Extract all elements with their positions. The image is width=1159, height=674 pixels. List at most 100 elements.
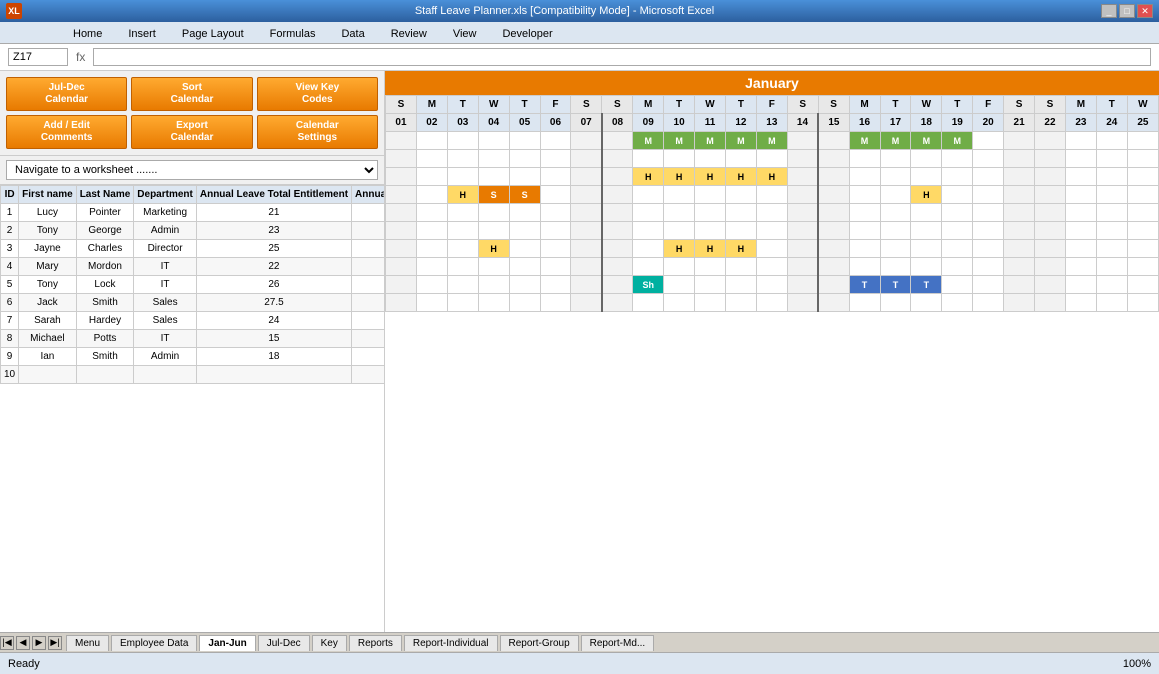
cal-cell-8-21[interactable]	[1035, 276, 1066, 294]
cal-cell-8-18[interactable]	[942, 276, 973, 294]
cal-cell-3-18[interactable]	[942, 186, 973, 204]
cal-cell-3-14[interactable]	[818, 186, 849, 204]
cal-cell-1-18[interactable]	[942, 150, 973, 168]
tab-formulas[interactable]: Formulas	[257, 24, 329, 43]
cal-cell-2-11[interactable]: H	[725, 168, 756, 186]
cal-cell-0-3[interactable]	[478, 132, 509, 150]
cell-id[interactable]: 5	[1, 276, 19, 294]
cal-cell-6-22[interactable]	[1065, 240, 1096, 258]
cal-cell-9-17[interactable]	[911, 294, 942, 312]
cal-cell-1-9[interactable]	[664, 150, 695, 168]
cal-cell-0-17[interactable]: M	[911, 132, 942, 150]
cal-cell-1-6[interactable]	[571, 150, 602, 168]
cell-department[interactable]: Admin	[134, 222, 197, 240]
cal-cell-4-5[interactable]	[540, 204, 571, 222]
cell-total[interactable]	[196, 366, 351, 384]
cal-cell-9-14[interactable]	[818, 294, 849, 312]
cal-cell-8-12[interactable]	[756, 276, 787, 294]
cal-cell-4-10[interactable]	[695, 204, 726, 222]
cal-cell-7-15[interactable]	[849, 258, 880, 276]
cal-cell-0-2[interactable]	[447, 132, 478, 150]
cell-firstName[interactable]: Ian	[19, 348, 77, 366]
cal-cell-3-11[interactable]	[725, 186, 756, 204]
cal-cell-9-2[interactable]	[447, 294, 478, 312]
cal-cell-9-6[interactable]	[571, 294, 602, 312]
cal-cell-5-14[interactable]	[818, 222, 849, 240]
cal-cell-6-6[interactable]	[571, 240, 602, 258]
cal-cell-9-5[interactable]	[540, 294, 571, 312]
cell-firstName[interactable]: Lucy	[19, 204, 77, 222]
cal-cell-9-19[interactable]	[973, 294, 1004, 312]
cal-cell-4-15[interactable]	[849, 204, 880, 222]
cal-cell-1-8[interactable]	[633, 150, 664, 168]
tab-first-button[interactable]: |◀	[0, 636, 14, 650]
cell-reference-box[interactable]	[8, 48, 68, 66]
cal-cell-2-2[interactable]	[447, 168, 478, 186]
cal-cell-5-9[interactable]	[664, 222, 695, 240]
cal-cell-3-16[interactable]	[880, 186, 911, 204]
cal-cell-7-10[interactable]	[695, 258, 726, 276]
cal-cell-6-11[interactable]: H	[725, 240, 756, 258]
cal-cell-6-13[interactable]	[787, 240, 818, 258]
cell-total[interactable]: 23	[196, 222, 351, 240]
cal-cell-3-1[interactable]	[416, 186, 447, 204]
cell-id[interactable]: 1	[1, 204, 19, 222]
cal-cell-2-23[interactable]	[1096, 168, 1127, 186]
cal-cell-7-24[interactable]	[1127, 258, 1158, 276]
cal-cell-8-14[interactable]	[818, 276, 849, 294]
cal-cell-9-3[interactable]	[478, 294, 509, 312]
cal-cell-9-4[interactable]	[509, 294, 540, 312]
tab-prev-button[interactable]: ◀	[16, 636, 30, 650]
cell-firstName[interactable]: Mary	[19, 258, 77, 276]
cal-cell-1-2[interactable]	[447, 150, 478, 168]
cal-cell-0-20[interactable]	[1004, 132, 1035, 150]
cell-firstName[interactable]: Jayne	[19, 240, 77, 258]
cal-cell-4-2[interactable]	[447, 204, 478, 222]
cal-cell-8-13[interactable]	[787, 276, 818, 294]
cal-cell-2-20[interactable]	[1004, 168, 1035, 186]
cal-cell-0-5[interactable]	[540, 132, 571, 150]
cal-cell-7-20[interactable]	[1004, 258, 1035, 276]
cal-cell-6-3[interactable]: H	[478, 240, 509, 258]
cal-cell-6-0[interactable]	[386, 240, 417, 258]
cal-cell-7-2[interactable]	[447, 258, 478, 276]
cal-cell-2-10[interactable]: H	[695, 168, 726, 186]
cell-department[interactable]: Sales	[134, 312, 197, 330]
cell-lastName[interactable]: Mordon	[76, 258, 134, 276]
cal-cell-4-12[interactable]	[756, 204, 787, 222]
cal-cell-2-17[interactable]	[911, 168, 942, 186]
cal-cell-0-7[interactable]	[602, 132, 633, 150]
cal-cell-2-3[interactable]	[478, 168, 509, 186]
tab-developer[interactable]: Developer	[489, 24, 565, 43]
cal-cell-8-16[interactable]: T	[880, 276, 911, 294]
cal-cell-0-14[interactable]	[818, 132, 849, 150]
cell-department[interactable]: IT	[134, 258, 197, 276]
cell-firstName[interactable]: Tony	[19, 222, 77, 240]
cell-remaining[interactable]: 23	[352, 222, 384, 240]
cal-cell-7-19[interactable]	[973, 258, 1004, 276]
cal-cell-0-11[interactable]: M	[725, 132, 756, 150]
cell-id[interactable]: 6	[1, 294, 19, 312]
tab-home[interactable]: Home	[60, 24, 115, 43]
cal-cell-3-20[interactable]	[1004, 186, 1035, 204]
cal-cell-7-5[interactable]	[540, 258, 571, 276]
cal-cell-3-0[interactable]	[386, 186, 417, 204]
cell-total[interactable]: 26	[196, 276, 351, 294]
cal-cell-2-6[interactable]	[571, 168, 602, 186]
cal-cell-1-11[interactable]	[725, 150, 756, 168]
tab-insert[interactable]: Insert	[115, 24, 169, 43]
cal-cell-8-7[interactable]	[602, 276, 633, 294]
cal-cell-3-7[interactable]	[602, 186, 633, 204]
cal-cell-2-5[interactable]	[540, 168, 571, 186]
cal-cell-4-1[interactable]	[416, 204, 447, 222]
cal-cell-4-13[interactable]	[787, 204, 818, 222]
tab-review[interactable]: Review	[378, 24, 440, 43]
cal-cell-6-19[interactable]	[973, 240, 1004, 258]
navigate-worksheet-select[interactable]: Navigate to a worksheet .......	[6, 160, 378, 180]
cal-cell-2-21[interactable]	[1035, 168, 1066, 186]
formula-input[interactable]	[93, 48, 1151, 66]
cal-cell-4-20[interactable]	[1004, 204, 1035, 222]
tab-data[interactable]: Data	[328, 24, 377, 43]
cal-cell-0-8[interactable]: M	[633, 132, 664, 150]
cal-cell-8-0[interactable]	[386, 276, 417, 294]
